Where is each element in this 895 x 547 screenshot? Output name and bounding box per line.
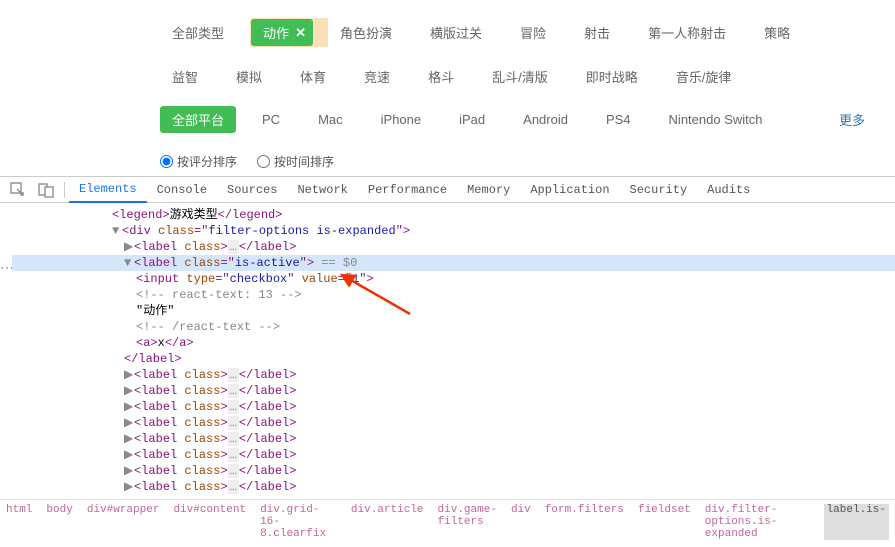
- dom-line[interactable]: </label>: [12, 351, 895, 367]
- dom-line[interactable]: <!-- react-text: 13 -->: [12, 287, 895, 303]
- dom-line[interactable]: ▶<label class>…</label>: [12, 479, 895, 495]
- sort-time-radio[interactable]: [257, 155, 270, 168]
- filter-fps[interactable]: 第一人称射击: [636, 19, 738, 46]
- dom-line[interactable]: ▶<label class>…</label>: [12, 367, 895, 383]
- inspect-highlight: 动作 ✕: [250, 18, 328, 47]
- bc-item[interactable]: fieldset: [638, 504, 691, 540]
- bc-item[interactable]: div#content: [173, 504, 246, 540]
- bc-item[interactable]: html: [6, 504, 32, 540]
- tab-sources[interactable]: Sources: [217, 178, 287, 202]
- filter-row-platform: 全部平台 PC Mac iPhone iPad Android PS4 Nint…: [0, 98, 895, 141]
- sort-rating-radio[interactable]: [160, 155, 173, 168]
- dom-line[interactable]: ▶<label class>…</label>: [12, 383, 895, 399]
- dom-breadcrumb[interactable]: html body div#wrapper div#content div.gr…: [0, 499, 895, 544]
- device-icon[interactable]: [38, 182, 54, 198]
- dom-line[interactable]: <!-- /react-text -->: [12, 319, 895, 335]
- tab-security[interactable]: Security: [620, 178, 698, 202]
- filter-shooter[interactable]: 射击: [572, 19, 622, 46]
- tab-application[interactable]: Application: [520, 178, 619, 202]
- filter-brawler[interactable]: 乱斗/清版: [480, 63, 560, 90]
- more-link[interactable]: 更多: [839, 110, 865, 129]
- devtools-panel: Elements Console Sources Network Perform…: [0, 176, 895, 544]
- bc-item[interactable]: body: [46, 504, 72, 540]
- dom-line[interactable]: ▶<label class>…</label>: [12, 463, 895, 479]
- dom-line[interactable]: <legend>游戏类型</legend>: [12, 207, 895, 223]
- tab-memory[interactable]: Memory: [457, 178, 520, 202]
- filter-adventure[interactable]: 冒险: [508, 19, 558, 46]
- bc-item[interactable]: div#wrapper: [87, 504, 160, 540]
- bc-item-active[interactable]: label.is-: [824, 504, 889, 540]
- filter-pc[interactable]: PC: [250, 108, 292, 131]
- tab-elements[interactable]: Elements: [69, 177, 147, 203]
- dom-line[interactable]: ▼<div class="filter-options is-expanded"…: [12, 223, 895, 239]
- filter-puzzle[interactable]: 益智: [160, 63, 210, 90]
- filter-row-type: 全部类型 动作 ✕ 角色扮演 横版过关 冒险 射击 第一人称射击 策略: [0, 10, 895, 55]
- bc-item[interactable]: div.grid-16-8.clearfix: [260, 504, 337, 540]
- dom-line[interactable]: ▶<label class>…</label>: [12, 431, 895, 447]
- filter-label: 动作: [263, 23, 289, 42]
- inspect-icon[interactable]: [10, 182, 26, 198]
- filter-iphone[interactable]: iPhone: [369, 108, 433, 131]
- sort-rating-label: 按评分排序: [177, 153, 237, 170]
- bc-item[interactable]: div: [511, 504, 531, 540]
- dom-line[interactable]: ▶<label class>…</label>: [12, 415, 895, 431]
- filter-strategy[interactable]: 策略: [752, 19, 802, 46]
- filter-ps4[interactable]: PS4: [594, 108, 643, 131]
- filter-sports[interactable]: 体育: [288, 63, 338, 90]
- filter-sim[interactable]: 模拟: [224, 63, 274, 90]
- filter-action-active[interactable]: 动作 ✕: [251, 19, 313, 46]
- page-content: 全部类型 动作 ✕ 角色扮演 横版过关 冒险 射击 第一人称射击 策略 益智 模…: [0, 0, 895, 176]
- sort-time-label: 按时间排序: [274, 153, 334, 170]
- divider: [64, 182, 65, 198]
- dom-line[interactable]: ▶<label class>…</label>: [12, 399, 895, 415]
- dom-line[interactable]: "动作": [12, 303, 895, 319]
- dom-line[interactable]: ▶<label class>…</label>: [12, 447, 895, 463]
- filter-row-type2: 益智 模拟 体育 竞速 格斗 乱斗/清版 即时战略 音乐/旋律: [0, 55, 895, 98]
- tab-performance[interactable]: Performance: [358, 178, 457, 202]
- dom-tree[interactable]: ⋯ <legend>游戏类型</legend> ▼<div class="fil…: [0, 203, 895, 499]
- filter-music[interactable]: 音乐/旋律: [664, 63, 744, 90]
- tab-audits[interactable]: Audits: [697, 178, 760, 202]
- devtools-tabs: Elements Console Sources Network Perform…: [0, 177, 895, 203]
- sort-by-time[interactable]: 按时间排序: [257, 153, 334, 170]
- filter-all-platforms[interactable]: 全部平台: [160, 106, 236, 133]
- filter-fighting[interactable]: 格斗: [416, 63, 466, 90]
- dom-line[interactable]: <a>x</a>: [12, 335, 895, 351]
- bc-item[interactable]: form.filters: [545, 504, 624, 540]
- filter-mac[interactable]: Mac: [306, 108, 355, 131]
- filter-ipad[interactable]: iPad: [447, 108, 497, 131]
- sort-by-rating[interactable]: 按评分排序: [160, 153, 237, 170]
- filter-rpg[interactable]: 角色扮演: [328, 19, 404, 46]
- filter-all-types[interactable]: 全部类型: [160, 19, 236, 46]
- close-icon[interactable]: ✕: [295, 25, 306, 41]
- dom-line[interactable]: ▶<label class>…</label>: [12, 239, 895, 255]
- dom-line-selected[interactable]: ▼<label class="is-active"> == $0: [12, 255, 895, 271]
- filter-switch[interactable]: Nintendo Switch: [657, 108, 775, 131]
- filter-platformer[interactable]: 横版过关: [418, 19, 494, 46]
- filter-android[interactable]: Android: [511, 108, 580, 131]
- filter-racing[interactable]: 竞速: [352, 63, 402, 90]
- bc-item[interactable]: div.game-filters: [438, 504, 497, 540]
- bc-item[interactable]: div.article: [351, 504, 424, 540]
- tab-console[interactable]: Console: [147, 178, 217, 202]
- sort-row: 按评分排序 按时间排序: [0, 141, 895, 176]
- bc-item[interactable]: div.filter-options.is-expanded: [705, 504, 810, 540]
- dom-line[interactable]: <input type="checkbox" value="1">: [12, 271, 895, 287]
- filter-rts[interactable]: 即时战略: [574, 63, 650, 90]
- tab-network[interactable]: Network: [287, 178, 357, 202]
